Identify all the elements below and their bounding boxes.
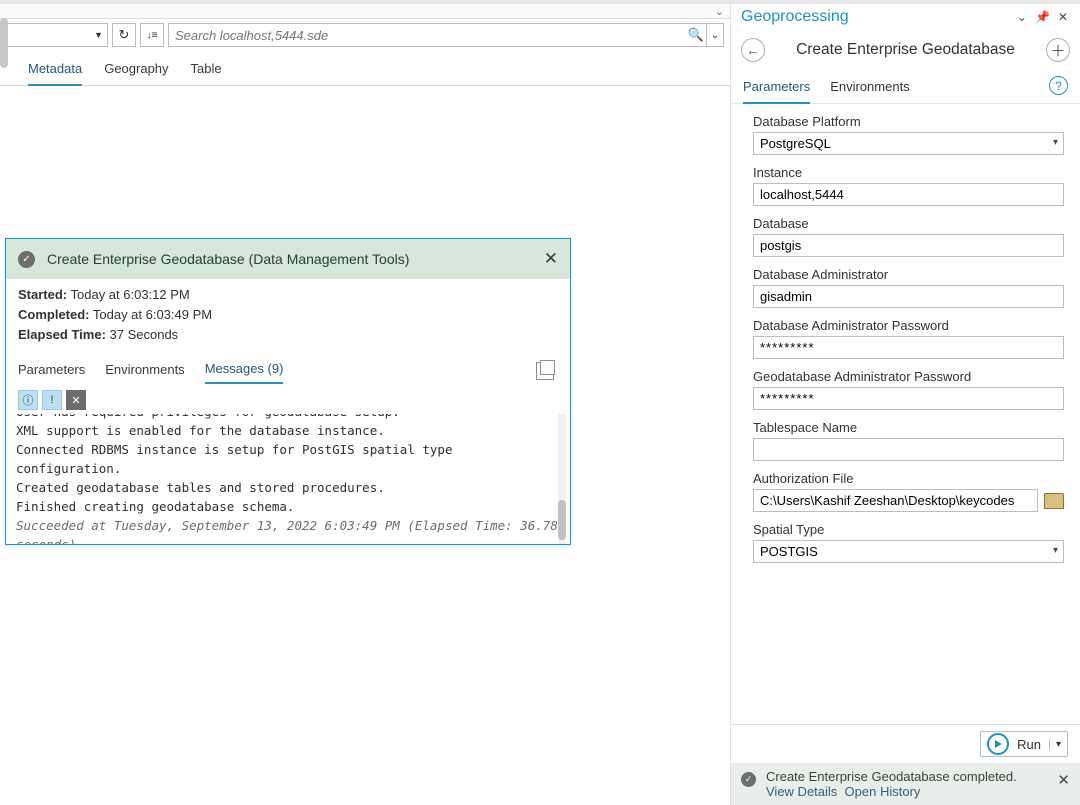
run-bar: Run ▾ xyxy=(731,724,1080,763)
completed-value: Today at 6:03:49 PM xyxy=(90,307,213,322)
gp-meta-block: Started: Today at 6:03:12 PM Completed: … xyxy=(6,279,570,353)
tab-table[interactable]: Table xyxy=(191,57,222,85)
search-icon[interactable]: 🔍 xyxy=(686,27,706,43)
run-label: Run xyxy=(1015,737,1049,752)
tool-title: Create Enterprise Geodatabase xyxy=(765,41,1046,59)
gp-tab-messages[interactable]: Messages (9) xyxy=(205,357,284,384)
gp-popup-header: ✓ Create Enterprise Geodatabase (Data Ma… xyxy=(6,239,570,279)
status-close-button[interactable]: ✕ xyxy=(1057,771,1070,789)
log-line: Created geodatabase tables and stored pr… xyxy=(16,478,560,497)
tablespace-label: Tablespace Name xyxy=(753,420,1064,435)
run-dropdown-chevron[interactable]: ▾ xyxy=(1049,739,1067,750)
address-combo[interactable]: ▼ xyxy=(0,23,108,47)
instance-input[interactable] xyxy=(753,183,1064,206)
sort-button[interactable]: ↓≡ xyxy=(140,23,164,47)
tool-tabs: Parameters Environments ? xyxy=(731,68,1080,104)
geoprocessing-pane: Geoprocessing ⌄ 📌 ✕ ← Create Enterprise … xyxy=(731,0,1080,805)
gdb-pw-input[interactable] xyxy=(753,387,1064,410)
filter-error-icon[interactable]: ✕ xyxy=(66,390,86,410)
dropdown-icon: ▼ xyxy=(94,30,103,40)
search-wrap: 🔍 ⌄ xyxy=(168,23,724,47)
search-toolbar: ▼ ↻ ↓≡ 🔍 ⌄ xyxy=(0,19,730,51)
collapse-bar: ⌄ xyxy=(0,4,730,19)
view-details-link[interactable]: View Details xyxy=(766,784,837,799)
run-button[interactable]: Run ▾ xyxy=(980,731,1068,757)
database-label: Database xyxy=(753,216,1064,231)
left-gutter-scrollbar[interactable] xyxy=(0,18,8,68)
auth-file-label: Authorization File xyxy=(753,471,1064,486)
gp-result-popup: ✓ Create Enterprise Geodatabase (Data Ma… xyxy=(5,238,571,545)
collapse-chevron-icon[interactable]: ⌄ xyxy=(715,5,730,18)
tab-environments[interactable]: Environments xyxy=(830,77,909,102)
gp-tab-environments[interactable]: Environments xyxy=(105,358,184,383)
sort-icon: ↓≡ xyxy=(147,30,158,41)
refresh-button[interactable]: ↻ xyxy=(112,23,136,47)
completed-label: Completed: xyxy=(18,307,90,322)
copy-icon[interactable] xyxy=(536,362,554,380)
pane-menu-chevron-icon[interactable]: ⌄ xyxy=(1013,10,1031,24)
pin-icon[interactable]: 📌 xyxy=(1031,10,1054,24)
gp-popup-tabs: Parameters Environments Messages (9) xyxy=(6,353,570,384)
filter-info-icon[interactable]: ⓘ xyxy=(18,390,38,410)
view-tabs: Metadata Geography Table xyxy=(0,51,730,86)
log-success-line: Succeeded at Tuesday, September 13, 2022… xyxy=(16,516,560,544)
tab-metadata[interactable]: Metadata xyxy=(28,57,82,86)
help-icon[interactable]: ? xyxy=(1049,76,1068,95)
tab-parameters[interactable]: Parameters xyxy=(743,77,810,104)
started-value: Today at 6:03:12 PM xyxy=(67,287,190,302)
status-success-icon: ✓ xyxy=(741,772,756,787)
started-label: Started: xyxy=(18,287,67,302)
database-input[interactable] xyxy=(753,234,1064,257)
instance-label: Instance xyxy=(753,165,1064,180)
search-input[interactable] xyxy=(169,24,686,46)
log-line: Connected RDBMS instance is setup for Po… xyxy=(16,440,560,478)
open-history-link[interactable]: Open History xyxy=(845,784,921,799)
gp-popup-title: Create Enterprise Geodatabase (Data Mana… xyxy=(47,251,544,267)
add-favorite-button[interactable]: ＋ xyxy=(1046,38,1070,62)
parameters-form: Database Platform ▾ Instance Database Da… xyxy=(731,104,1080,724)
play-icon xyxy=(987,733,1009,755)
tab-geography[interactable]: Geography xyxy=(104,57,168,85)
gdb-pw-label: Geodatabase Administrator Password xyxy=(753,369,1064,384)
db-admin-label: Database Administrator xyxy=(753,267,1064,282)
status-message: Create Enterprise Geodatabase completed. xyxy=(766,769,1047,784)
success-check-icon: ✓ xyxy=(18,251,35,268)
platform-select[interactable] xyxy=(753,132,1064,155)
log-line: XML support is enabled for the database … xyxy=(16,421,560,440)
gp-tab-parameters[interactable]: Parameters xyxy=(18,358,85,383)
tablespace-input[interactable] xyxy=(753,438,1064,461)
log-line: User has required privileges for geodata… xyxy=(16,414,560,421)
search-options-chevron[interactable]: ⌄ xyxy=(706,24,723,46)
browse-folder-icon[interactable] xyxy=(1044,493,1064,509)
db-admin-pw-input[interactable] xyxy=(753,336,1064,359)
db-admin-pw-label: Database Administrator Password xyxy=(753,318,1064,333)
tool-header: ← Create Enterprise Geodatabase ＋ xyxy=(731,30,1080,68)
log-scrollbar-thumb[interactable] xyxy=(558,500,566,540)
refresh-icon: ↻ xyxy=(119,27,130,43)
gp-popup-close-button[interactable]: ✕ xyxy=(544,249,558,269)
gp-status-bar: ✓ Create Enterprise Geodatabase complete… xyxy=(731,763,1080,805)
close-pane-icon[interactable]: ✕ xyxy=(1054,10,1072,24)
log-line: Finished creating geodatabase schema. xyxy=(16,497,560,516)
content-area: ✓ Create Enterprise Geodatabase (Data Ma… xyxy=(0,86,730,805)
pane-title: Geoprocessing xyxy=(741,8,1013,26)
pane-titlebar: Geoprocessing ⌄ 📌 ✕ xyxy=(731,4,1080,30)
filter-warning-icon[interactable]: ! xyxy=(42,390,62,410)
spatial-type-label: Spatial Type xyxy=(753,522,1064,537)
spatial-type-select[interactable] xyxy=(753,540,1064,563)
auth-file-input[interactable] xyxy=(753,489,1038,512)
gp-message-log[interactable]: User has required privileges for geodata… xyxy=(6,414,570,544)
back-button[interactable]: ← xyxy=(741,38,765,62)
message-filter-row: ⓘ ! ✕ xyxy=(6,384,570,414)
elapsed-value: 37 Seconds xyxy=(106,327,178,342)
elapsed-label: Elapsed Time: xyxy=(18,327,106,342)
db-admin-input[interactable] xyxy=(753,285,1064,308)
platform-label: Database Platform xyxy=(753,114,1064,129)
